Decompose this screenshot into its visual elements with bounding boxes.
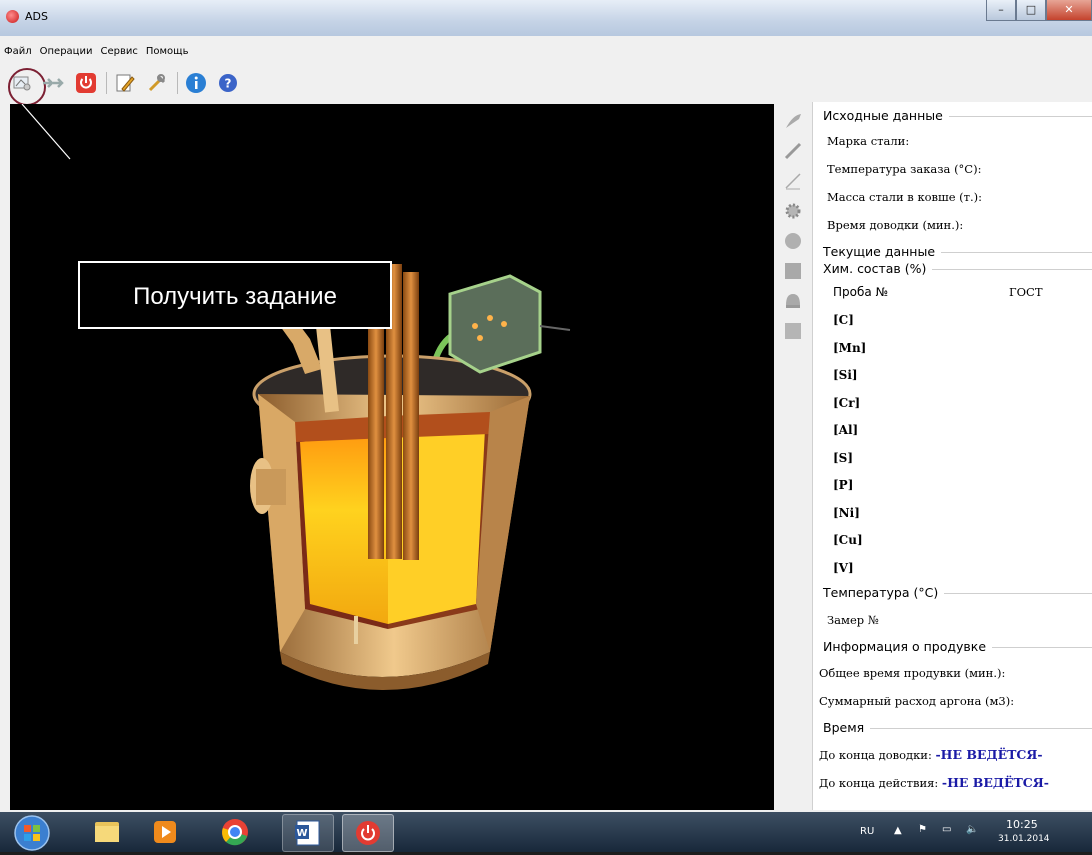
to-finishing-end-label: До конца доводки: xyxy=(819,748,932,762)
clock-date[interactable]: 31.01.2014 xyxy=(998,834,1050,844)
side-tool-strip xyxy=(778,104,808,414)
taskbar: W RU ▲ ⚑ ▭ 🔈 10:25 31.01.2014 xyxy=(0,812,1092,852)
network-icon[interactable]: ▭ xyxy=(942,824,951,835)
element-v: [V] xyxy=(833,561,854,575)
ladle-tool-icon[interactable] xyxy=(782,110,804,132)
help-icon[interactable]: ? xyxy=(216,71,240,95)
power-stop-icon[interactable] xyxy=(74,71,98,95)
dome-tool-icon[interactable] xyxy=(782,290,804,312)
svg-text:?: ? xyxy=(225,77,232,91)
title-bar: ADS – □ ✕ xyxy=(0,0,1092,36)
media-player-icon xyxy=(154,821,176,843)
gost-label: ГОСТ xyxy=(1009,285,1043,299)
element-al: [Al] xyxy=(833,423,859,437)
start-button[interactable] xyxy=(14,815,50,851)
language-indicator[interactable]: RU xyxy=(860,826,874,837)
group-time: Время xyxy=(823,720,1092,735)
get-task-icon[interactable] xyxy=(10,71,34,95)
menu-help[interactable]: Помощь xyxy=(142,44,193,64)
element-ni: [Ni] xyxy=(833,506,860,520)
app-icon xyxy=(6,10,19,23)
to-action-end-value: -НЕ ВЕДЁТСЯ- xyxy=(941,775,1049,790)
close-button[interactable]: ✕ xyxy=(1046,0,1092,21)
edit-notes-icon[interactable] xyxy=(113,71,137,95)
total-blow-time-label: Общее время продувки (мин.): xyxy=(819,666,1006,680)
order-temperature-label: Температура заказа (°C): xyxy=(827,162,982,176)
sample-number-label: Проба № xyxy=(833,285,889,299)
rod-tool-icon[interactable] xyxy=(782,140,804,162)
wire-tool-icon[interactable] xyxy=(782,170,804,192)
system-tray: RU ▲ ⚑ ▭ 🔈 10:25 31.01.2014 xyxy=(846,812,1076,852)
to-finishing-end-value: -НЕ ВЕДЁТСЯ- xyxy=(935,747,1043,762)
element-si: [Si] xyxy=(833,368,858,382)
forward-arrows-icon[interactable] xyxy=(42,71,66,95)
callout-pointer-line xyxy=(21,104,71,160)
application-window: ADS – □ ✕ Файл Операции Сервис Помощь ? … xyxy=(0,0,1092,812)
group-blow-info: Информация о продувке xyxy=(823,639,1092,654)
menu-service[interactable]: Сервис xyxy=(96,44,141,64)
group-initial-data: Исходные данные xyxy=(823,108,1092,123)
toolbar-separator xyxy=(177,72,178,94)
taskbar-ads-app[interactable] xyxy=(342,814,394,852)
ads-app-icon xyxy=(356,821,380,845)
clock-time[interactable]: 10:25 xyxy=(1006,818,1038,831)
taskbar-media-player[interactable] xyxy=(140,814,190,850)
element-mn: [Mn] xyxy=(833,341,867,355)
steel-mass-label: Масса стали в ковше (т.): xyxy=(827,190,983,204)
tray-expand-icon[interactable]: ▲ xyxy=(894,825,902,836)
toolbar-separator xyxy=(106,72,107,94)
element-s: [S] xyxy=(833,451,854,465)
square-tool-icon[interactable] xyxy=(782,260,804,282)
to-action-end-label: До конца действия: xyxy=(819,776,939,790)
folder-icon xyxy=(95,822,119,842)
measurement-number-label: Замер № xyxy=(827,613,879,627)
taskbar-explorer[interactable] xyxy=(82,814,132,850)
to-action-end-row: До конца действия: -НЕ ВЕДЁТСЯ- xyxy=(819,775,1049,790)
group-temperature: Температура (°C) xyxy=(823,585,1092,600)
element-c: [C] xyxy=(833,313,854,327)
info-icon[interactable] xyxy=(184,71,208,95)
taskbar-word[interactable]: W xyxy=(282,814,334,852)
svg-text:W: W xyxy=(296,828,307,839)
element-p: [P] xyxy=(833,478,854,492)
maximize-button[interactable]: □ xyxy=(1016,0,1046,21)
info-panel: Исходные данные Марка стали: Температура… xyxy=(812,102,1092,810)
menu-bar: Файл Операции Сервис Помощь xyxy=(0,44,192,64)
taskbar-chrome[interactable] xyxy=(210,814,260,850)
chrome-icon xyxy=(222,819,248,846)
flag-icon[interactable]: ⚑ xyxy=(918,824,927,835)
group-current-data: Текущие данные xyxy=(823,244,1092,259)
to-finishing-end-row: До конца доводки: -НЕ ВЕДЁТСЯ- xyxy=(819,747,1043,762)
minimize-button[interactable]: – xyxy=(986,0,1016,21)
menu-file[interactable]: Файл xyxy=(0,44,36,64)
element-cu: [Cu] xyxy=(833,533,863,547)
argon-consumption-label: Суммарный расход аргона (м3): xyxy=(819,694,1015,708)
block-tool-icon[interactable] xyxy=(782,320,804,342)
ladle-3d-viewport[interactable]: Получить задание xyxy=(10,104,774,810)
volume-icon[interactable]: 🔈 xyxy=(966,824,978,835)
circle-tool-icon[interactable] xyxy=(782,230,804,252)
steel-grade-label: Марка стали: xyxy=(827,134,910,148)
group-chem-composition: Хим. состав (%) xyxy=(823,261,1092,276)
tools-icon[interactable] xyxy=(145,71,169,95)
finishing-time-label: Время доводки (мин.): xyxy=(827,218,964,232)
gear-tool-icon[interactable] xyxy=(782,200,804,222)
word-icon: W xyxy=(295,820,320,846)
callout-get-task: Получить задание xyxy=(78,261,392,329)
element-cr: [Cr] xyxy=(833,396,861,410)
window-title: ADS xyxy=(25,10,48,23)
toolbar: ? xyxy=(10,66,248,100)
menu-operations[interactable]: Операции xyxy=(36,44,97,64)
